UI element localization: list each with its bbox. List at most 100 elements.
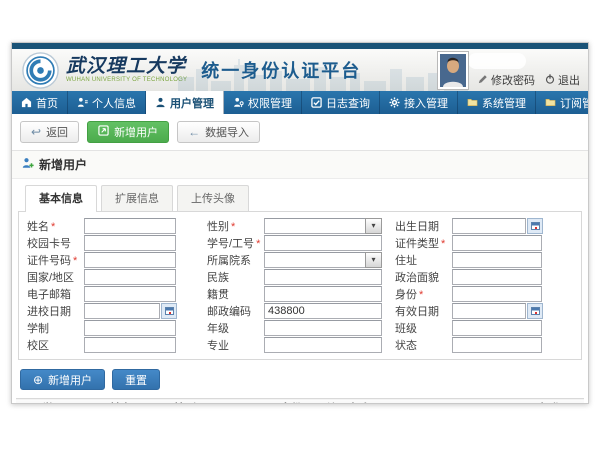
field-label: 电子邮箱 (27, 286, 84, 302)
postal-code-input[interactable] (264, 303, 382, 319)
table-col-header: 所属院系 (320, 399, 536, 405)
add-user-toolbar-label: 新增用户 (114, 124, 158, 140)
nav-tab-system[interactable]: 系统管理 (458, 91, 536, 114)
form-panel: 姓名* 性别* ▾ 出生日期校园卡号学号/工号* 证件类型* 证件号码* 所属院系 ▾ 住址国家… (18, 211, 582, 360)
tab-label: 上传头像 (191, 193, 235, 205)
field-label: 学号/工号* (207, 235, 264, 251)
field-label: 进校日期 (27, 303, 84, 319)
field-label: 住址 (395, 252, 452, 268)
id-type-input[interactable] (452, 235, 542, 251)
valid-date-calendar-button[interactable] (527, 303, 543, 319)
enroll-date-calendar-button[interactable] (161, 303, 177, 319)
gender-dropdown-button[interactable]: ▾ (365, 218, 382, 234)
field-label: 性别* (207, 218, 264, 234)
valid-date-input[interactable] (452, 303, 526, 319)
field-label: 证件号码* (27, 252, 84, 268)
department-dropdown-button[interactable]: ▾ (365, 252, 382, 268)
major-input[interactable] (264, 337, 382, 353)
nav-tab-permissions[interactable]: 权限管理 (224, 91, 302, 114)
plus-circle-icon: ⊕ (33, 374, 43, 386)
name-input[interactable] (84, 218, 176, 234)
field-country-region: 国家/地区 (27, 269, 207, 284)
data-import-button[interactable]: ← 数据导入 (177, 121, 260, 143)
skyline-decoration (178, 59, 468, 91)
tab-basic-info[interactable]: 基本信息 (25, 185, 97, 212)
birth-date-calendar-button[interactable] (527, 218, 543, 234)
required-mark: * (256, 238, 260, 250)
id-number-input[interactable] (84, 252, 176, 268)
change-password-label: 修改密码 (491, 72, 535, 88)
chevron-down-icon: ▾ (371, 221, 375, 230)
user-table: 学号/工号姓名性别身份所属院系操作 (16, 398, 584, 404)
logout-link[interactable]: 退出 (545, 72, 580, 88)
nav-tab-access[interactable]: 接入管理 (380, 91, 458, 114)
enroll-date-input[interactable] (84, 303, 160, 319)
nav-tab-profile[interactable]: 个人信息 (68, 91, 146, 114)
grade-input[interactable] (264, 320, 382, 336)
study-length-input[interactable] (84, 320, 176, 336)
avatar (438, 52, 468, 89)
address-input[interactable] (452, 252, 542, 268)
change-password-link[interactable]: 修改密码 (478, 72, 535, 88)
form-actions: ⊕ 新增用户 重置 (12, 360, 588, 398)
field-campus-card: 校园卡号 (27, 235, 207, 250)
nav-tab-users[interactable]: 用户管理 (146, 91, 224, 114)
field-label: 姓名* (27, 218, 84, 234)
tab-extended-info[interactable]: 扩展信息 (101, 185, 173, 211)
field-gender: 性别* ▾ (207, 218, 395, 233)
calendar-icon (531, 307, 540, 315)
nav-tab-subscription[interactable]: 订阅管理 (536, 91, 589, 114)
nav-tab-logs[interactable]: 日志查询 (302, 91, 380, 114)
nav-tab-label: 日志查询 (326, 95, 370, 111)
reset-button[interactable]: 重置 (112, 369, 160, 390)
email-input[interactable] (84, 286, 176, 302)
field-department: 所属院系 ▾ (207, 252, 395, 267)
gender-select[interactable] (264, 218, 365, 234)
tab-upload-avatar[interactable]: 上传头像 (177, 185, 249, 211)
submit-label: 新增用户 (48, 372, 92, 388)
field-label: 校区 (27, 337, 84, 353)
table-col-header: 身份 (276, 399, 320, 405)
class-input[interactable] (452, 320, 542, 336)
birth-date-input[interactable] (452, 218, 526, 234)
gear-icon (389, 97, 400, 108)
field-label: 证件类型* (395, 235, 452, 251)
status-input[interactable] (452, 337, 542, 353)
home-icon (21, 97, 32, 108)
field-status: 状态 (395, 337, 575, 352)
select-all-checkbox[interactable] (20, 403, 30, 404)
nav-tab-label: 首页 (36, 95, 58, 111)
student-id-input[interactable] (264, 235, 382, 251)
ethnicity-input[interactable] (264, 269, 382, 285)
field-valid-date: 有效日期 (395, 303, 575, 318)
field-label: 所属院系 (207, 252, 264, 268)
nav-tab-label: 个人信息 (92, 95, 136, 111)
campus-card-input[interactable] (84, 235, 176, 251)
nav-tab-home[interactable]: 首页 (12, 91, 68, 114)
field-identity: 身份* (395, 286, 575, 301)
political-status-input[interactable] (452, 269, 542, 285)
campus-input[interactable] (84, 337, 176, 353)
university-name: 武汉理工大学 (66, 57, 187, 76)
field-label: 政治面貌 (395, 269, 452, 285)
nav-tab-label: 接入管理 (404, 95, 448, 111)
field-label: 邮政编码 (207, 303, 264, 319)
field-grade: 年级 (207, 320, 395, 335)
field-ethnicity: 民族 (207, 269, 395, 284)
back-button[interactable]: ↩ 返回 (20, 121, 79, 143)
department-select[interactable] (264, 252, 365, 268)
tab-label: 基本信息 (39, 193, 83, 205)
person-key-icon (233, 97, 244, 108)
field-email: 电子邮箱 (27, 286, 207, 301)
country-region-input[interactable] (84, 269, 176, 285)
submit-add-user-button[interactable]: ⊕ 新增用户 (20, 369, 105, 390)
field-label: 出生日期 (395, 218, 452, 234)
field-label: 有效日期 (395, 303, 452, 319)
field-label: 身份* (395, 286, 452, 302)
university-brand: 武汉理工大学 WUHAN UNIVERSITY OF TECHNOLOGY (66, 57, 187, 83)
identity-input[interactable] (452, 286, 542, 302)
native-place-input[interactable] (264, 286, 382, 302)
add-user-toolbar-button[interactable]: 新增用户 (87, 121, 169, 143)
field-label: 国家/地区 (27, 269, 84, 285)
nav-tab-label: 权限管理 (248, 95, 292, 111)
